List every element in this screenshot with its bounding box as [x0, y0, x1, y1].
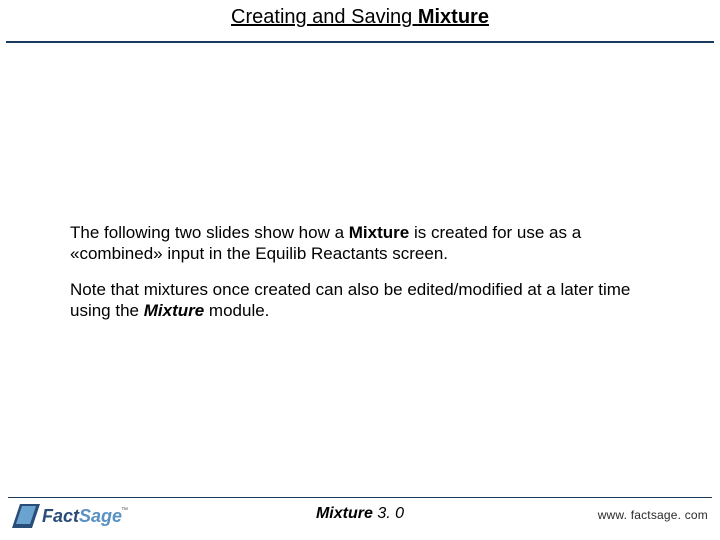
p2-mixture: Mixture: [144, 301, 204, 320]
body-text: The following two slides show how a Mixt…: [70, 222, 670, 335]
slide-title: Creating and Saving Mixture: [0, 6, 720, 29]
title-underline-rule: [6, 41, 714, 43]
footer-url: www. factsage. com: [598, 508, 708, 522]
footer-center-word: Mixture: [316, 505, 373, 522]
footer-rule: [8, 497, 712, 498]
p1-text-a: The following two slides show how a: [70, 223, 349, 242]
p2-text-c: module.: [204, 301, 269, 320]
title-prefix: Creating and Saving: [231, 6, 418, 28]
footer-center-num: 3. 0: [373, 505, 404, 522]
slide: Creating and Saving Mixture The followin…: [0, 0, 720, 540]
title-mixture: Mixture: [418, 6, 489, 28]
p1-mixture: Mixture: [349, 223, 409, 242]
paragraph-2: Note that mixtures once created can also…: [70, 279, 670, 322]
paragraph-1: The following two slides show how a Mixt…: [70, 222, 670, 265]
